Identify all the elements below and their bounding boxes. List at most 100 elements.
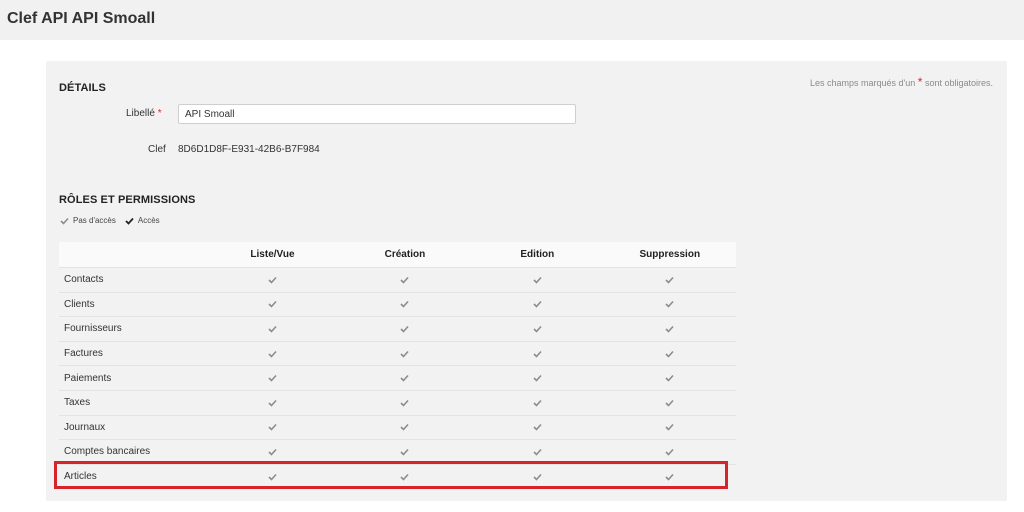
permission-toggle-create[interactable]	[339, 418, 471, 436]
table-row: Fournisseurs	[59, 316, 736, 341]
check-icon	[268, 271, 277, 289]
table-body: Contacts Clients Fournisseurs Factures Paiem…	[59, 267, 736, 488]
check-icon	[665, 295, 674, 313]
check-icon	[400, 271, 410, 289]
label-input[interactable]	[178, 104, 576, 124]
permissions-legend: Pas d'accès Accès	[60, 216, 169, 225]
check-icon	[665, 345, 674, 363]
permission-toggle-delete[interactable]	[604, 271, 736, 289]
legend-access: Accès	[125, 216, 160, 225]
row-label: Taxes	[64, 397, 91, 409]
permission-toggle-edit[interactable]	[471, 369, 603, 387]
check-icon	[268, 369, 277, 387]
roles-section-title: RÔLES ET PERMISSIONS	[59, 194, 196, 206]
permission-toggle-list-view[interactable]	[206, 295, 338, 313]
label-field-label: Libellé *	[126, 108, 162, 119]
check-icon	[533, 295, 542, 313]
page-title: Clef API API Smoall	[7, 10, 156, 27]
form-panel: Les champs marqués d'un * sont obligatoi…	[46, 61, 1007, 501]
column-header-edit: Edition	[520, 249, 555, 260]
check-icon	[533, 320, 542, 338]
table-row: Contacts	[59, 267, 736, 292]
check-icon	[400, 369, 410, 387]
permission-toggle-create[interactable]	[339, 320, 471, 338]
permission-toggle-create[interactable]	[339, 271, 471, 289]
permission-toggle-delete[interactable]	[604, 418, 736, 436]
check-icon	[400, 394, 410, 412]
permission-toggle-delete[interactable]	[604, 369, 736, 387]
row-label: Factures	[64, 348, 103, 360]
permission-toggle-create[interactable]	[339, 295, 471, 313]
required-fields-note: Les champs marqués d'un * sont obligatoi…	[809, 75, 993, 89]
permission-toggle-create[interactable]	[339, 443, 471, 461]
permission-toggle-create[interactable]	[339, 345, 471, 363]
check-icon	[665, 320, 674, 338]
permission-toggle-list-view[interactable]	[206, 320, 338, 338]
check-icon-active	[125, 217, 134, 225]
required-star: *	[917, 75, 923, 89]
check-icon	[268, 394, 277, 412]
required-star: *	[157, 108, 162, 119]
permission-toggle-delete[interactable]	[604, 394, 736, 412]
check-icon	[268, 443, 277, 461]
check-icon	[400, 295, 410, 313]
permissions-table: Liste/Vue Création Edition Suppression C…	[59, 242, 736, 488]
check-icon	[533, 418, 542, 436]
permission-toggle-list-view[interactable]	[206, 345, 338, 363]
check-icon	[533, 271, 542, 289]
table-row: Factures	[59, 340, 736, 366]
permission-toggle-list-view[interactable]	[206, 443, 338, 461]
permission-toggle-edit[interactable]	[471, 271, 603, 289]
check-icon	[533, 345, 542, 363]
details-section-title: DÉTAILS	[59, 82, 106, 94]
table-row: Clients	[59, 291, 736, 317]
check-icon	[268, 320, 277, 338]
check-icon	[665, 418, 674, 436]
permission-toggle-edit[interactable]	[471, 418, 603, 436]
permission-toggle-create[interactable]	[339, 394, 471, 412]
column-header-delete: Suppression	[639, 249, 701, 260]
table-header: Liste/Vue Création Edition Suppression	[59, 242, 736, 267]
permission-toggle-list-view[interactable]	[206, 271, 338, 289]
permission-toggle-list-view[interactable]	[206, 369, 338, 387]
legend-no-access: Pas d'accès	[60, 216, 116, 225]
top-bar: Clef API API Smoall	[0, 0, 1024, 40]
permission-toggle-delete[interactable]	[604, 443, 736, 461]
column-header-list-view: Liste/Vue	[250, 249, 295, 260]
check-icon-inactive	[60, 217, 69, 225]
table-row: Journaux	[59, 414, 736, 440]
table-row: Paiements	[59, 365, 736, 390]
permission-toggle-delete[interactable]	[604, 320, 736, 338]
permission-toggle-delete[interactable]	[604, 295, 736, 313]
row-label: Fournisseurs	[64, 323, 122, 335]
check-icon	[533, 443, 542, 461]
permission-toggle-edit[interactable]	[471, 295, 603, 313]
api-key-value: 8D6D1D8F-E931-42B6-B7F984	[178, 144, 320, 155]
check-icon	[665, 369, 674, 387]
row-label: Clients	[64, 298, 95, 310]
check-icon	[533, 394, 542, 412]
permission-toggle-list-view[interactable]	[206, 418, 338, 436]
row-label: Comptes bancaires	[64, 446, 151, 458]
key-label: Clef	[148, 144, 166, 155]
check-icon	[665, 443, 674, 461]
permission-toggle-create[interactable]	[339, 369, 471, 387]
table-row: Taxes	[59, 389, 736, 415]
check-icon	[400, 443, 410, 461]
row-label: Contacts	[64, 274, 104, 286]
check-icon	[400, 418, 410, 436]
check-icon	[533, 369, 542, 387]
column-header-create: Création	[384, 249, 426, 260]
check-icon	[268, 295, 277, 313]
permission-toggle-edit[interactable]	[471, 345, 603, 363]
permission-toggle-list-view[interactable]	[206, 394, 338, 412]
permission-toggle-edit[interactable]	[471, 394, 603, 412]
check-icon	[400, 320, 410, 338]
highlight-box-articles	[54, 461, 728, 489]
permission-toggle-edit[interactable]	[471, 443, 603, 461]
check-icon	[400, 345, 410, 363]
check-icon	[268, 418, 277, 436]
row-label: Paiements	[64, 372, 112, 384]
permission-toggle-edit[interactable]	[471, 320, 603, 338]
permission-toggle-delete[interactable]	[604, 345, 736, 363]
